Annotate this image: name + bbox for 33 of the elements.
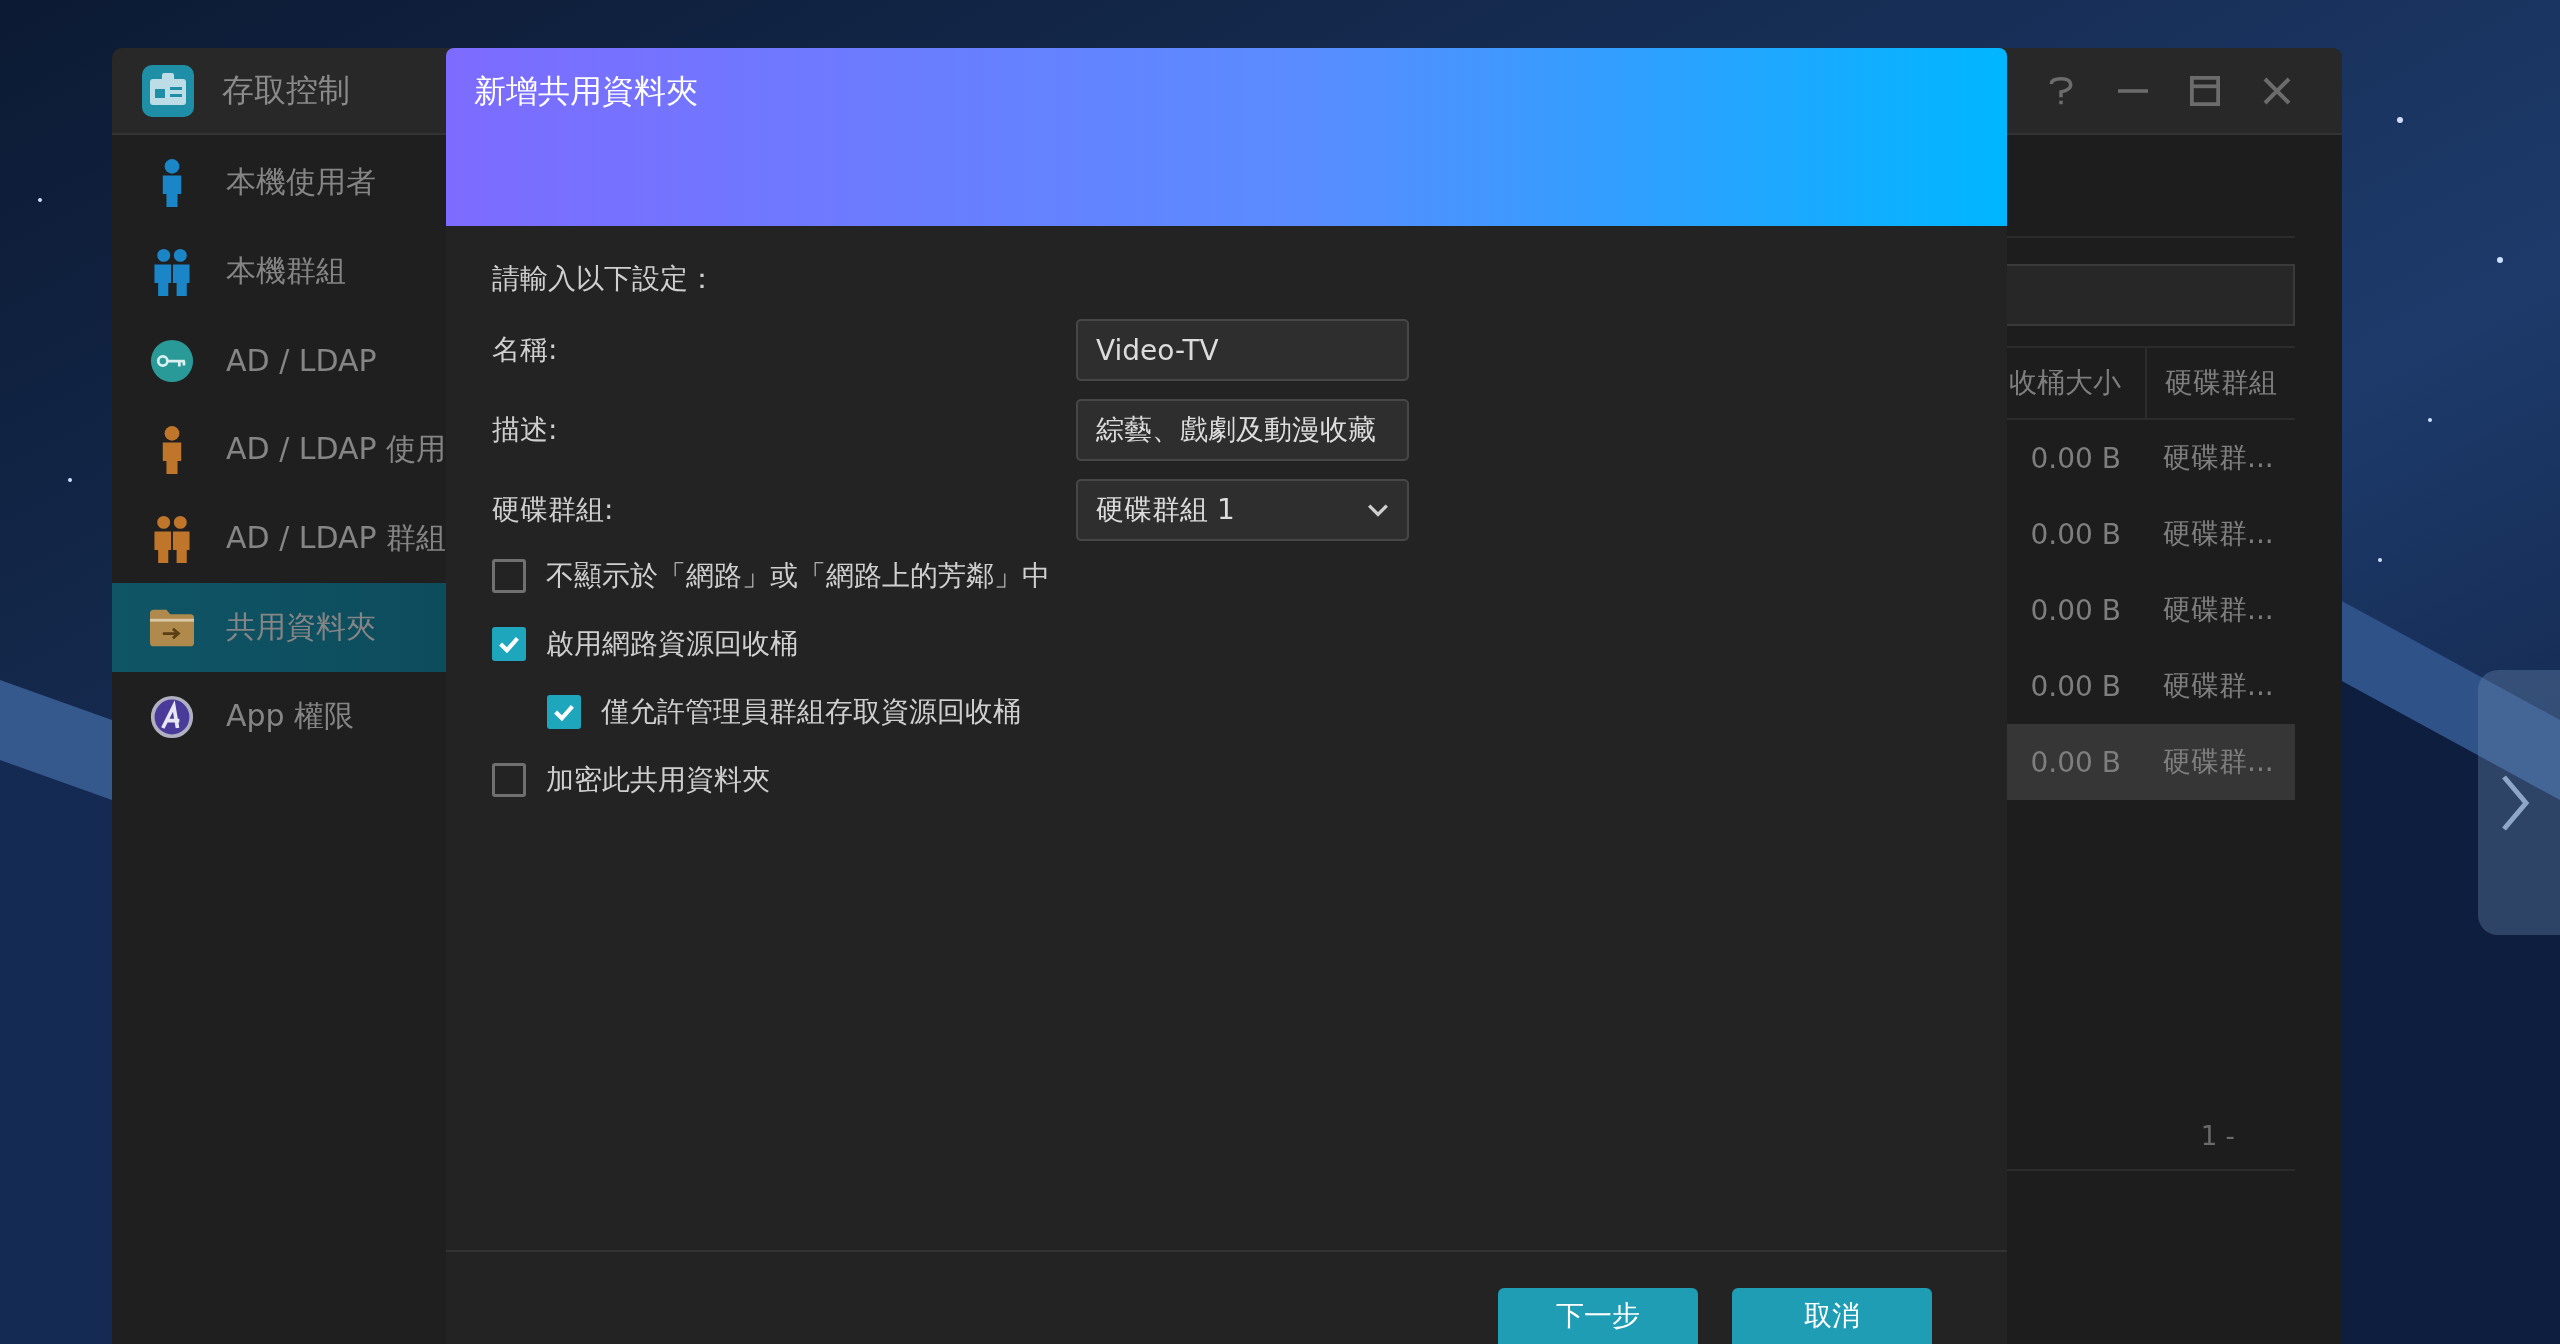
- field-label: 硬碟群組:: [492, 492, 615, 528]
- dialog-title: 新增共用資料夾: [474, 72, 698, 110]
- checkbox-label: 不顯示於「網路」或「網路上的芳鄰」中: [546, 558, 1050, 594]
- dropdown[interactable]: 硬碟群組 1: [1076, 479, 1409, 541]
- text-field[interactable]: Video-TV: [1076, 319, 1409, 381]
- field-label: 描述:: [492, 412, 559, 448]
- checkbox-label: 啟用網路資源回收桶: [546, 626, 798, 662]
- sidebar-item[interactable]: App 權限: [112, 672, 447, 761]
- maximize-icon[interactable]: [2190, 75, 2220, 106]
- checkbox[interactable]: [492, 559, 526, 593]
- cancel-button[interactable]: 取消: [1732, 1288, 1932, 1344]
- column-header[interactable]: 硬碟群組: [2145, 348, 2295, 418]
- checkbox-label: 僅允許管理員群組存取資源回收桶: [601, 694, 1021, 730]
- sidebar-item[interactable]: 本機群組: [112, 227, 447, 316]
- instruction-text: 請輸入以下設定：: [492, 261, 717, 297]
- sidebar-item[interactable]: AD / LDAP 群組: [112, 494, 447, 583]
- next-panel-button[interactable]: [2478, 670, 2560, 935]
- sidebar-item[interactable]: 本機使用者: [112, 138, 447, 227]
- close-icon[interactable]: [2262, 75, 2292, 106]
- sidebar-item[interactable]: 共用資料夾: [112, 583, 447, 672]
- pagination-text: 1 -: [2200, 1121, 2235, 1151]
- checkbox[interactable]: [492, 627, 526, 661]
- text-field[interactable]: 綜藝、戲劇及動漫收藏: [1076, 399, 1409, 461]
- next-button[interactable]: 下一步: [1498, 1288, 1698, 1344]
- sidebar-item[interactable]: AD / LDAP 使用: [112, 405, 447, 494]
- sidebar-item[interactable]: AD / LDAP: [112, 316, 447, 405]
- window-title: 存取控制: [222, 69, 350, 111]
- checkbox[interactable]: [547, 695, 581, 729]
- caret-icon: [1367, 503, 1389, 517]
- field-label: 名稱:: [492, 332, 559, 368]
- checkbox-label: 加密此共用資料夾: [546, 762, 770, 798]
- checkbox[interactable]: [492, 763, 526, 797]
- id-card-icon: [142, 64, 194, 117]
